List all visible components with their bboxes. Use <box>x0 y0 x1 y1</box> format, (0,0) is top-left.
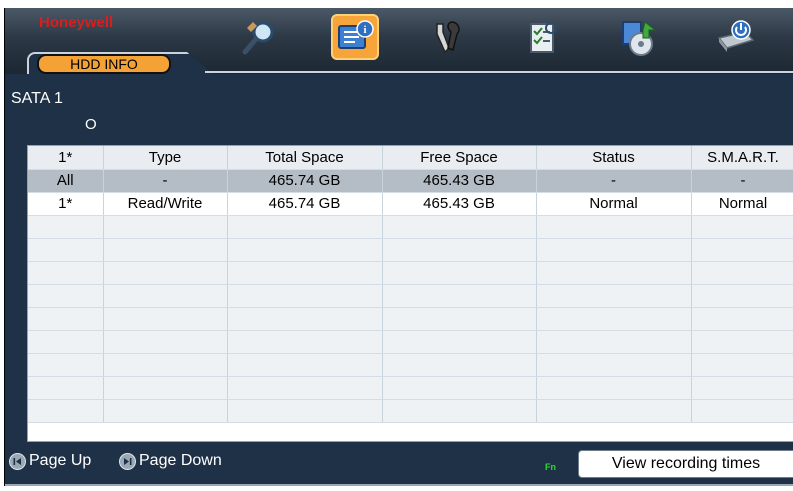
table-row-empty <box>28 376 793 400</box>
hdd-table: 1* Type Total Space Free Space Status S.… <box>27 145 793 442</box>
table-header-row: 1* Type Total Space Free Space Status S.… <box>28 146 793 170</box>
table-cell: 1* <box>28 192 104 216</box>
table-cell: Normal <box>691 192 793 216</box>
top-toolbar: Honeywell i HDD INFO <box>5 8 793 74</box>
col-header-smart: S.M.A.R.T. <box>691 146 793 170</box>
table-row-empty <box>28 330 793 354</box>
shutdown-icon[interactable] <box>713 16 757 60</box>
tab-hdd-info[interactable]: HDD INFO <box>37 54 171 74</box>
checklist-icon[interactable] <box>521 16 565 60</box>
search-icon[interactable] <box>237 16 281 60</box>
table-cell: 465.74 GB <box>227 169 383 193</box>
col-header-status: Status <box>536 146 692 170</box>
brand-logo: Honeywell <box>39 14 114 31</box>
page-up-label: Page Up <box>29 452 92 469</box>
col-header-total-space: Total Space <box>227 146 383 170</box>
info-icon[interactable]: i <box>331 14 379 60</box>
disk-status-indicator: O <box>85 116 97 133</box>
page-down-label: Page Down <box>139 452 222 469</box>
table-cell: All <box>28 169 104 193</box>
table-cell: 465.43 GB <box>382 192 537 216</box>
page-down-button[interactable]: Page Down <box>119 452 222 470</box>
table-cell: - <box>536 169 692 193</box>
tab-divider <box>205 71 793 73</box>
sata-label: SATA 1 <box>11 90 63 107</box>
view-recording-times-button[interactable]: View recording times <box>578 450 793 478</box>
table-row-empty <box>28 261 793 285</box>
table-cell: Normal <box>536 192 692 216</box>
table-row[interactable]: 1* Read/Write 465.74 GB 465.43 GB Normal… <box>28 192 793 216</box>
table-row-empty <box>28 215 793 239</box>
tools-icon[interactable] <box>425 16 469 60</box>
bottom-bar: Page Up Page Down Fn View recording time… <box>5 448 793 486</box>
col-header-type: Type <box>103 146 228 170</box>
table-cell: 465.74 GB <box>227 192 383 216</box>
hdd-info-window: Honeywell i HDD INFO SATA 1 O 1* Type To… <box>4 8 793 486</box>
table-row-empty <box>28 284 793 308</box>
page-up-icon <box>9 452 26 470</box>
table-cell: - <box>691 169 793 193</box>
table-row-empty <box>28 307 793 331</box>
page-up-button[interactable]: Page Up <box>9 452 91 470</box>
table-row[interactable]: All - 465.74 GB 465.43 GB - - <box>28 169 793 193</box>
page-down-icon <box>119 452 136 470</box>
col-header-number: 1* <box>28 146 104 170</box>
table-cell: Read/Write <box>103 192 228 216</box>
col-header-free-space: Free Space <box>382 146 537 170</box>
table-cell: 465.43 GB <box>382 169 537 193</box>
backup-icon[interactable] <box>617 16 661 60</box>
svg-text:i: i <box>363 24 366 36</box>
window-bottom-edge <box>5 484 793 486</box>
fn-label: Fn <box>545 462 556 472</box>
table-row-empty <box>28 399 793 423</box>
table-cell: - <box>103 169 228 193</box>
table-row-empty <box>28 353 793 377</box>
table-row-empty <box>28 238 793 262</box>
